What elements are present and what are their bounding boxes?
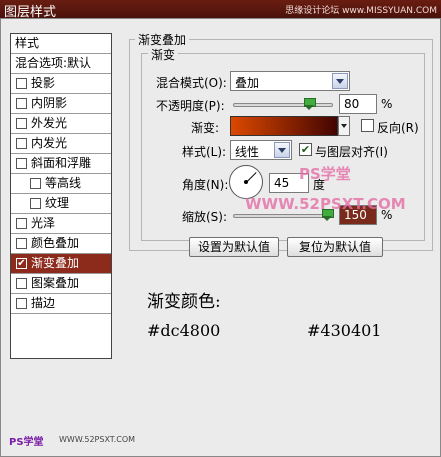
set-default-button[interactable]: 设置为默认值 [189, 237, 279, 257]
gradient-dropdown[interactable] [338, 116, 350, 136]
blend-mode-select[interactable]: 叠加 [230, 71, 350, 91]
checkbox-icon[interactable] [16, 298, 27, 309]
footer-ps-watermark: PS学堂 [9, 437, 44, 448]
blend-options-default[interactable]: 混合选项:默认 [11, 54, 111, 74]
checkbox-icon[interactable] [16, 158, 27, 169]
gradient-end-color: #430401 [307, 321, 382, 340]
checkbox-icon[interactable] [16, 98, 27, 109]
checkmark-icon[interactable]: ✔ [16, 258, 27, 269]
opacity-slider[interactable] [233, 98, 333, 110]
angle-dial[interactable] [229, 165, 263, 199]
checkbox-icon[interactable] [16, 118, 27, 129]
title-bar: 图层样式 思缘设计论坛 www.MISSYUAN.COM [0, 0, 441, 20]
gradient-colors-title: 渐变颜色: [147, 292, 221, 312]
opacity-label: 不透明度(P): [156, 99, 225, 113]
reverse-checkbox[interactable] [361, 119, 374, 132]
styles-header[interactable]: 样式 [11, 34, 111, 54]
opacity-unit: % [381, 97, 393, 111]
align-layer-checkbox[interactable]: ✔ [299, 143, 312, 156]
chevron-down-icon[interactable] [332, 73, 348, 89]
blend-mode-label: 混合模式(O): [156, 76, 227, 90]
style-select[interactable]: 线性 [230, 140, 292, 160]
footer-site-watermark: WWW.52PSXT.COM [59, 435, 136, 444]
style-item-texture[interactable]: 纹理 [11, 194, 111, 214]
style-item-gradient-overlay[interactable]: ✔ 渐变叠加 [11, 254, 111, 274]
checkbox-icon[interactable] [16, 278, 27, 289]
gradient-preview[interactable] [230, 116, 338, 136]
title-watermark: 思缘设计论坛 www.MISSYUAN.COM [285, 6, 437, 16]
style-item-satin[interactable]: 光泽 [11, 214, 111, 234]
angle-label: 角度(N): [182, 178, 229, 192]
angle-center-dot [244, 180, 248, 184]
style-item-bevel-emboss[interactable]: 斜面和浮雕 [11, 154, 111, 174]
scale-label: 缩放(S): [182, 210, 228, 224]
style-item-color-overlay[interactable]: 颜色叠加 [11, 234, 111, 254]
scale-slider[interactable] [233, 209, 334, 221]
checkbox-icon[interactable] [16, 238, 27, 249]
dialog-content: 样式 混合选项:默认 投影 内阴影 外发光 内发光 斜面和浮雕 等高线 纹理 光… [0, 18, 441, 457]
reset-default-button[interactable]: 复位为默认值 [287, 237, 383, 257]
checkbox-icon[interactable] [30, 198, 41, 209]
gradient-subgroup-title: 渐变 [148, 46, 179, 63]
style-item-contour[interactable]: 等高线 [11, 174, 111, 194]
style-item-drop-shadow[interactable]: 投影 [11, 74, 111, 94]
style-item-outer-glow[interactable]: 外发光 [11, 114, 111, 134]
checkbox-icon[interactable] [16, 138, 27, 149]
site-watermark: WWW.52PSXT.COM [245, 195, 406, 213]
opacity-input[interactable]: 80 [339, 94, 377, 114]
gradient-start-color: #dc4800 [147, 321, 221, 340]
slider-thumb[interactable] [304, 98, 316, 110]
gradient-label: 渐变: [191, 121, 220, 135]
style-item-pattern-overlay[interactable]: 图案叠加 [11, 274, 111, 294]
reverse-label: 反向(R) [377, 121, 419, 135]
checkbox-icon[interactable] [30, 178, 41, 189]
style-item-inner-shadow[interactable]: 内阴影 [11, 94, 111, 114]
styles-list: 样式 混合选项:默认 投影 内阴影 外发光 内发光 斜面和浮雕 等高线 纹理 光… [10, 33, 112, 359]
align-layer-label: 与图层对齐(I) [315, 145, 388, 159]
checkbox-icon[interactable] [16, 218, 27, 229]
chevron-down-icon[interactable] [274, 142, 290, 158]
ps-school-watermark: PS学堂 [299, 165, 351, 183]
checkbox-icon[interactable] [16, 78, 27, 89]
style-item-inner-glow[interactable]: 内发光 [11, 134, 111, 154]
style-item-stroke[interactable]: 描边 [11, 294, 111, 314]
style-label: 样式(L): [182, 145, 227, 159]
